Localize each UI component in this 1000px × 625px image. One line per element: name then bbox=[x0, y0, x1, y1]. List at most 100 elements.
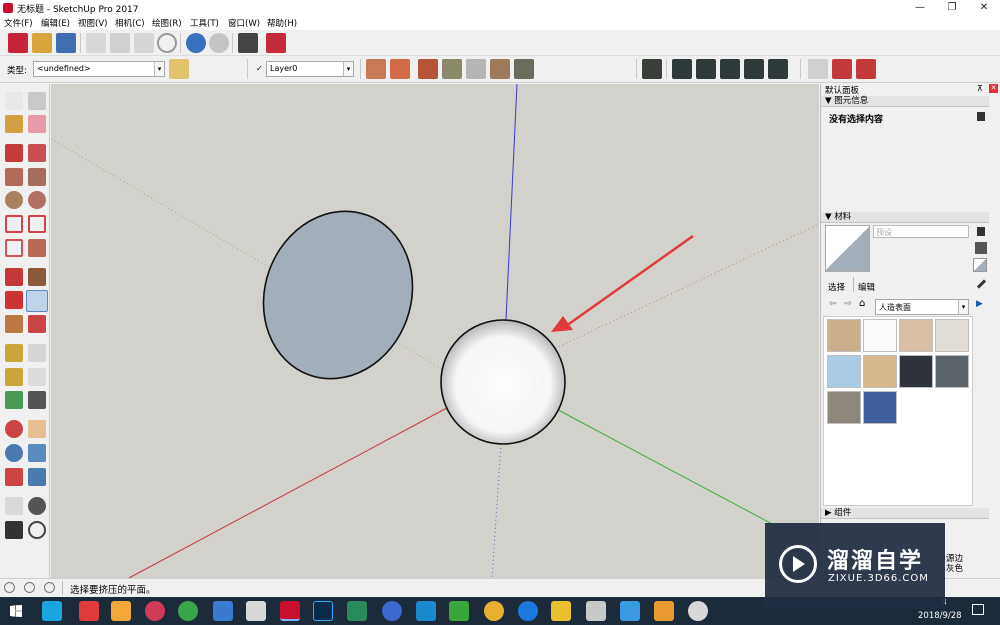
section-fill-icon[interactable] bbox=[390, 59, 410, 79]
material-swatch[interactable] bbox=[935, 319, 969, 352]
redo-icon[interactable] bbox=[209, 33, 229, 53]
xray-icon[interactable] bbox=[418, 59, 438, 79]
material-name-field[interactable]: 预设 bbox=[873, 225, 969, 238]
taskbar-app-icon[interactable] bbox=[382, 601, 402, 621]
minimize-button[interactable]: — bbox=[905, 0, 935, 16]
orbit-icon[interactable] bbox=[5, 420, 23, 438]
material-swatch[interactable] bbox=[827, 355, 861, 388]
erase-icon[interactable] bbox=[157, 33, 177, 53]
pin-icon[interactable]: ⊼ bbox=[977, 84, 983, 93]
material-details-icon[interactable] bbox=[977, 227, 985, 236]
taskbar-app-icon[interactable] bbox=[449, 601, 469, 621]
polygon-icon[interactable] bbox=[28, 191, 46, 209]
axes-icon[interactable] bbox=[5, 391, 23, 409]
close-button[interactable]: ✕ bbox=[969, 0, 999, 16]
print-icon[interactable] bbox=[238, 33, 258, 53]
offset-icon[interactable] bbox=[28, 315, 46, 333]
rectangle-icon[interactable] bbox=[5, 168, 23, 186]
calculator-icon[interactable] bbox=[246, 601, 266, 621]
front-view-icon[interactable] bbox=[696, 59, 716, 79]
taskbar-app-icon[interactable] bbox=[178, 601, 198, 621]
wireframe-icon[interactable] bbox=[466, 59, 486, 79]
styles-icon[interactable] bbox=[169, 59, 189, 79]
menu-window[interactable]: 窗口(W) bbox=[228, 17, 260, 29]
credits-icon[interactable] bbox=[24, 582, 35, 593]
taskbar-app-icon[interactable] bbox=[79, 601, 99, 621]
line-icon[interactable] bbox=[5, 144, 23, 162]
new-file-icon[interactable] bbox=[8, 33, 28, 53]
material-swatch[interactable] bbox=[863, 319, 897, 352]
right-view-icon[interactable] bbox=[720, 59, 740, 79]
left-view-icon[interactable] bbox=[768, 59, 788, 79]
circle-icon[interactable] bbox=[5, 191, 23, 209]
taskbar-app-icon[interactable] bbox=[518, 601, 538, 621]
chrome-icon[interactable] bbox=[484, 601, 504, 621]
taskbar-app-icon[interactable] bbox=[145, 601, 165, 621]
walk-icon[interactable] bbox=[5, 521, 23, 539]
taskbar-app-icon[interactable] bbox=[416, 601, 436, 621]
select-arrow-icon[interactable] bbox=[5, 92, 23, 110]
taskbar-app-icon[interactable] bbox=[586, 601, 606, 621]
material-swatch[interactable] bbox=[899, 355, 933, 388]
paste-icon[interactable] bbox=[134, 33, 154, 53]
model-info-icon[interactable] bbox=[266, 33, 286, 53]
undo-icon[interactable] bbox=[186, 33, 206, 53]
menu-file[interactable]: 文件(F) bbox=[4, 17, 33, 29]
home-icon[interactable]: ⌂ bbox=[859, 298, 865, 309]
rotate-icon[interactable] bbox=[5, 291, 23, 309]
panel-details-icon[interactable] bbox=[977, 112, 985, 121]
taskbar-app-icon[interactable] bbox=[111, 601, 131, 621]
pan-icon[interactable] bbox=[28, 420, 46, 438]
tape-measure-icon[interactable] bbox=[5, 344, 23, 362]
follow-me-icon[interactable] bbox=[26, 290, 48, 312]
type-combo[interactable]: <undefined> ▾ bbox=[33, 61, 165, 77]
material-swatch[interactable] bbox=[899, 319, 933, 352]
back-edges-icon[interactable] bbox=[442, 59, 462, 79]
3d-text-icon[interactable] bbox=[28, 391, 46, 409]
save-icon[interactable] bbox=[56, 33, 76, 53]
forward-icon[interactable]: ⇨ bbox=[844, 299, 852, 309]
freehand-icon[interactable] bbox=[28, 144, 46, 162]
iso-view-icon[interactable] bbox=[642, 59, 662, 79]
zoom-extents-icon[interactable] bbox=[5, 468, 23, 486]
menu-tools[interactable]: 工具(T) bbox=[190, 17, 219, 29]
back-icon[interactable]: ⇦ bbox=[829, 299, 837, 309]
menu-view[interactable]: 视图(V) bbox=[78, 17, 107, 29]
taskbar-app-icon[interactable] bbox=[347, 601, 367, 621]
warehouse-icon[interactable] bbox=[808, 59, 828, 79]
photoshop-icon[interactable] bbox=[313, 601, 333, 621]
two-point-arc-icon[interactable] bbox=[28, 215, 46, 233]
material-library-select[interactable]: 人造表面 ▾ bbox=[875, 299, 969, 315]
sketchup-taskbar-icon[interactable] bbox=[280, 601, 300, 621]
arc-icon[interactable] bbox=[5, 215, 23, 233]
taskbar-app-icon[interactable] bbox=[213, 601, 233, 621]
menu-camera[interactable]: 相机(C) bbox=[115, 17, 145, 29]
position-camera-icon[interactable] bbox=[5, 497, 23, 515]
taskbar-app-icon[interactable] bbox=[620, 601, 640, 621]
library-options-icon[interactable]: ▶ bbox=[976, 299, 983, 309]
move-icon[interactable] bbox=[5, 268, 23, 286]
share-model-icon[interactable] bbox=[832, 59, 852, 79]
protractor-icon[interactable] bbox=[5, 368, 23, 386]
tab-select[interactable]: 选择 bbox=[828, 281, 845, 293]
scale-icon[interactable] bbox=[5, 315, 23, 333]
pie-icon[interactable] bbox=[28, 239, 46, 257]
material-swatch[interactable] bbox=[863, 355, 897, 388]
create-material-icon[interactable] bbox=[975, 242, 987, 254]
file-explorer-icon[interactable] bbox=[551, 601, 571, 621]
geo-location-icon[interactable] bbox=[4, 582, 15, 593]
extension-icon[interactable] bbox=[856, 59, 876, 79]
tab-edit[interactable]: 编辑 bbox=[858, 281, 875, 293]
top-view-icon[interactable] bbox=[672, 59, 692, 79]
material-swatch[interactable] bbox=[935, 355, 969, 388]
material-swatch[interactable] bbox=[863, 391, 897, 424]
dimension-icon[interactable] bbox=[28, 344, 46, 362]
entity-info-header[interactable]: ▼ 图元信息 bbox=[821, 96, 989, 107]
taskbar-app-icon[interactable] bbox=[42, 601, 62, 621]
eraser-icon[interactable] bbox=[28, 115, 46, 133]
cut-icon[interactable] bbox=[86, 33, 106, 53]
three-point-arc-icon[interactable] bbox=[5, 239, 23, 257]
maximize-button[interactable]: ❐ bbox=[937, 0, 967, 16]
section-plane-tool-icon[interactable] bbox=[28, 521, 46, 539]
rotated-rectangle-icon[interactable] bbox=[28, 168, 46, 186]
